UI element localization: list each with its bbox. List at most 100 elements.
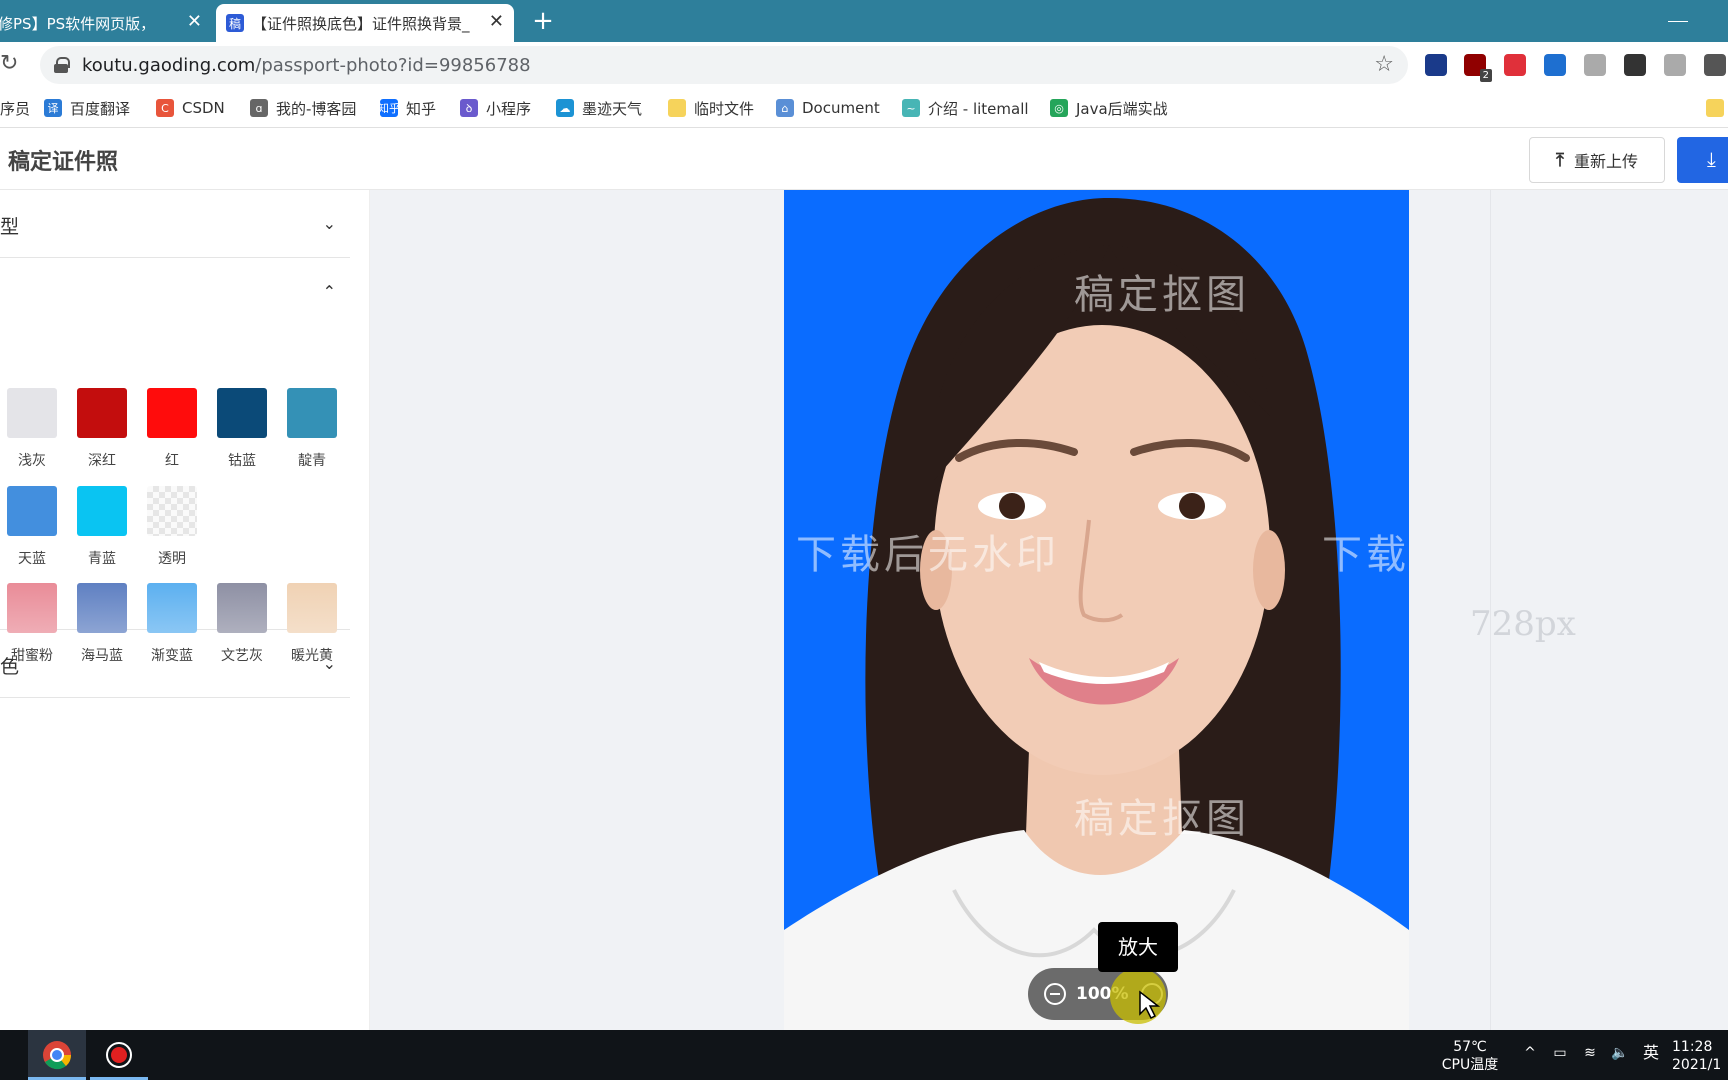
cpu-temp-value: 57℃ — [1453, 1039, 1487, 1055]
bookmark-item[interactable]: 知乎 知乎 — [378, 96, 436, 120]
chevron-down-icon: ⌄ — [322, 214, 336, 233]
other-bookmarks-folder-icon[interactable] — [1706, 96, 1728, 120]
color-swatch-label: 靛青 — [298, 453, 326, 469]
passport-photo[interactable]: 稿定抠图 下载后无水印 下载后 稿定抠图 — [784, 190, 1409, 1030]
color-swatch-label: 天蓝 — [18, 551, 46, 567]
color-swatch[interactable] — [7, 388, 57, 438]
shield-ext-icon[interactable] — [1425, 54, 1447, 76]
reupload-label: 重新上传 — [1573, 152, 1638, 171]
check-ext-icon[interactable] — [1664, 54, 1686, 76]
color-swatch-label: 透明 — [158, 551, 186, 567]
section-title: 色 — [0, 656, 20, 678]
color-swatch[interactable] — [287, 388, 337, 438]
color-swatch[interactable] — [217, 388, 267, 438]
chevron-up-icon[interactable]: ⌃ — [323, 282, 336, 301]
battery-icon[interactable]: ▭ — [1550, 1044, 1570, 1062]
mouse-cursor-icon — [1139, 990, 1161, 1020]
section-title: 型 — [0, 216, 20, 238]
bookmark-label: 序员 — [0, 99, 31, 118]
minimize-icon[interactable] — [1668, 8, 1688, 22]
chevron-up-icon[interactable]: ^ — [1520, 1044, 1540, 1062]
color-swatch[interactable] — [147, 583, 197, 633]
watermark: 稿定抠图 — [1074, 796, 1250, 842]
color-swatch[interactable] — [147, 486, 197, 536]
zoom-out-icon[interactable] — [1044, 983, 1066, 1005]
bookmark-label: 百度翻译 — [70, 99, 131, 118]
bookmarks-bar: 序员译百度翻译 C CSDN ɑ 我的-博客园 知乎 知乎 ꝺ 小程序 ☁ 墨迹天气 临时文件 ⌂ Doc… — [0, 88, 1728, 128]
app-brand: 稿定证件照 — [8, 150, 119, 175]
lock-icon — [54, 57, 70, 73]
url-input[interactable]: koutu.gaoding.com/passport-photo?id=9985… — [40, 46, 1408, 84]
doc-ext-icon[interactable] — [1544, 54, 1566, 76]
close-icon[interactable]: ✕ — [187, 13, 202, 31]
color-swatch[interactable] — [77, 486, 127, 536]
bookmark-favicon-icon: ☁ — [556, 99, 574, 117]
windows-taskbar: 57℃ CPU温度 ^ ▭ ≋ 🔈 英 11:28 2021/1 — [0, 1030, 1728, 1080]
tab-ps-online[interactable]: 修PS】PS软件网页版，ps在 ✕ — [0, 4, 212, 42]
color-swatch[interactable] — [77, 388, 127, 438]
color-swatch[interactable] — [287, 583, 337, 633]
url-host: koutu.gaoding.com — [82, 54, 256, 76]
extension-badge: 2 — [1479, 69, 1492, 82]
color-swatch[interactable] — [217, 583, 267, 633]
download-button[interactable]: ⤓ — [1677, 137, 1728, 183]
tab-title: 【证件照换底色】证件照换背景_ — [252, 14, 470, 33]
reload-icon[interactable]: ↻ — [0, 53, 22, 75]
bookmark-item[interactable]: ⌂ Document — [776, 96, 880, 120]
pair-ext-icon[interactable] — [1504, 54, 1526, 76]
bookmark-item[interactable]: 序员 — [0, 96, 30, 120]
color-swatch[interactable] — [7, 583, 57, 633]
bookmark-star-icon[interactable]: ☆ — [1374, 52, 1394, 77]
tab-passport-photo[interactable]: 稿 【证件照换底色】证件照换背景_ ✕ — [216, 4, 514, 42]
puzzle-icon[interactable] — [1704, 54, 1726, 76]
ime-indicator[interactable]: 英 — [1640, 1044, 1662, 1062]
reupload-button[interactable]: ⤒ 重新上传 — [1529, 137, 1665, 183]
section-color[interactable]: 色 ⌄ — [0, 630, 350, 698]
cpu-temp-label: CPU温度 — [1441, 1057, 1499, 1073]
bookmark-favicon-icon: ꝺ — [460, 99, 478, 117]
color-swatch[interactable] — [147, 388, 197, 438]
section-background-color: ⌃ 浅灰 深红红钴蓝 靛青 天蓝 青蓝 透明 甜蜜粉 海马蓝 渐变蓝 文艺灰 暖光黄 — [0, 258, 350, 664]
color-swatch[interactable] — [77, 583, 127, 633]
chrome-taskbar-button[interactable] — [28, 1030, 86, 1080]
download-icon: ⤓ — [1707, 147, 1716, 171]
recorder-taskbar-button[interactable] — [90, 1030, 148, 1080]
wifi-icon[interactable]: ≋ — [1580, 1044, 1600, 1062]
bookmark-item[interactable]: ɑ 我的-博客园 — [250, 96, 356, 120]
watermark: 下载后 — [1322, 532, 1409, 578]
browser-tab-strip: 修PS】PS软件网页版，ps在 ✕ 稿 【证件照换底色】证件照换背景_ ✕ + — [0, 0, 1728, 42]
bookmark-favicon-icon: ⌂ — [776, 99, 794, 117]
close-icon[interactable]: ✕ — [489, 13, 504, 31]
bookmark-item[interactable]: 译百度翻译 — [44, 96, 130, 120]
color-swatch-label: 红 — [165, 453, 179, 469]
address-bar-row: ↻ koutu.gaoding.com/passport-photo?id=99… — [0, 42, 1728, 88]
color-swatch-label: 深红 — [88, 453, 116, 469]
bookmark-item[interactable]: ꝺ 小程序 — [460, 96, 531, 120]
dimension-label: 728px — [1470, 604, 1576, 644]
bookmark-item[interactable]: 临时文件 — [668, 96, 754, 120]
bookmark-favicon-icon: C — [156, 99, 174, 117]
bookmark-favicon-icon: 译 — [44, 99, 62, 117]
bookmark-favicon-icon: 知乎 — [378, 99, 400, 117]
clock[interactable]: 11:28 2021/1 — [1672, 1038, 1728, 1074]
bookmark-item[interactable]: ◎ Java后端实战 — [1050, 96, 1168, 120]
bookmark-item[interactable]: ☁ 墨迹天气 — [556, 96, 642, 120]
zoom-in-tooltip: 放大 — [1098, 922, 1178, 972]
ublock-icon[interactable]: 2 — [1464, 54, 1492, 82]
search-icon[interactable] — [0, 1030, 20, 1080]
json-ext-icon[interactable] — [1624, 54, 1646, 76]
section-type[interactable]: 型 ⌄ — [0, 190, 350, 258]
bookmark-label: 墨迹天气 — [582, 99, 643, 118]
volume-icon[interactable]: 🔈 — [1610, 1044, 1630, 1062]
watermark: 稿定抠图 — [1074, 272, 1250, 318]
bookmark-label: 临时文件 — [694, 99, 755, 118]
new-tab-button[interactable]: + — [528, 6, 558, 36]
color-swatch[interactable] — [7, 486, 57, 536]
bookmark-favicon-icon: ◎ — [1050, 99, 1068, 117]
record-icon — [106, 1042, 132, 1068]
gaoding-favicon-icon: 稿 — [226, 14, 244, 32]
grid-ext-icon[interactable] — [1584, 54, 1606, 76]
bookmark-item[interactable]: C CSDN — [156, 96, 225, 120]
bookmark-item[interactable]: ~ 介绍 - litemall — [902, 96, 1029, 120]
app-header: 稿定证件照 ⤒ 重新上传 ⤓ — [0, 128, 1728, 190]
